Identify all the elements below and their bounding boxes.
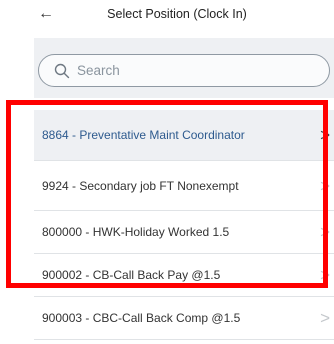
- list-item[interactable]: 900003 - CBC-Call Back Comp @1.5 >: [34, 297, 334, 340]
- item-label: 8864 - Preventative Maint Coordinator: [42, 128, 245, 142]
- list-item[interactable]: 9924 - Secondary job FT Nonexempt >: [34, 161, 334, 211]
- list-item[interactable]: 8864 - Preventative Maint Coordinator >: [34, 110, 334, 161]
- chevron-right-icon: >: [320, 176, 330, 195]
- chevron-right-icon: >: [320, 308, 330, 328]
- page-title: Select Position (Clock In): [107, 7, 247, 21]
- item-label: 9924 - Secondary job FT Nonexempt: [42, 178, 239, 193]
- search-area: [34, 38, 334, 98]
- chevron-right-icon: >: [320, 265, 330, 285]
- position-list: 8864 - Preventative Maint Coordinator > …: [34, 110, 334, 340]
- item-label: 800000 - HWK-Holiday Worked 1.5: [42, 225, 230, 239]
- search-input[interactable]: [77, 55, 317, 86]
- chevron-right-icon: >: [320, 125, 330, 145]
- search-box[interactable]: [38, 54, 330, 87]
- list-item[interactable]: 800000 - HWK-Holiday Worked 1.5 >: [34, 211, 334, 254]
- chevron-right-icon: >: [320, 222, 330, 242]
- search-icon: [54, 63, 70, 79]
- item-label: 900003 - CBC-Call Back Comp @1.5: [42, 311, 241, 325]
- item-label: 900002 - CB-Call Back Pay @1.5: [42, 268, 221, 282]
- list-item[interactable]: 900002 - CB-Call Back Pay @1.5 >: [34, 254, 334, 297]
- header-bar: ← Select Position (Clock In): [0, 0, 334, 38]
